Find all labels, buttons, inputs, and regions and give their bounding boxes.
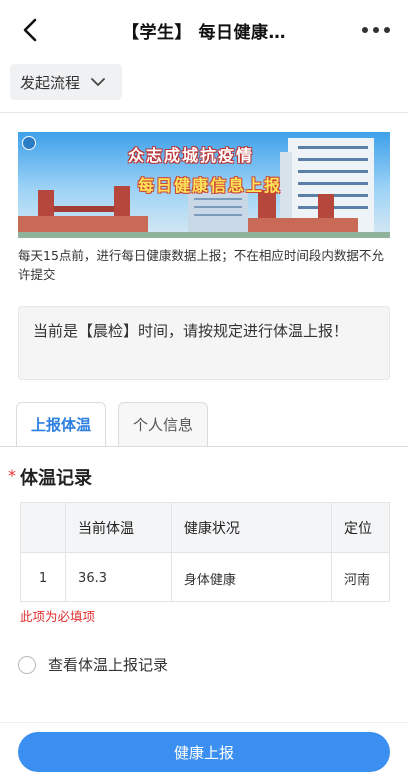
table-cell-health[interactable]: 身体健康	[172, 553, 332, 601]
school-logo	[22, 136, 36, 150]
table-header-temperature: 当前体温	[66, 503, 172, 552]
tab-report-temperature[interactable]: 上报体温	[16, 402, 107, 446]
school-seal-icon	[22, 136, 36, 150]
table-cell-index: 1	[21, 553, 67, 601]
required-asterisk: *	[8, 466, 16, 485]
banner-image: 众志成城抗疫情 每日健康信息上报	[18, 132, 390, 238]
table-row[interactable]: 1 36.3 身体健康 河南	[21, 553, 389, 601]
chevron-down-icon	[90, 77, 106, 87]
table-cell-temperature[interactable]: 36.3	[66, 553, 172, 601]
tab-personal-info[interactable]: 个人信息	[118, 402, 209, 446]
start-flow-label: 发起流程	[20, 73, 81, 92]
view-records-option[interactable]: 查看体温上报记录	[18, 654, 168, 675]
table-header-location: 定位	[344, 520, 372, 537]
temperature-table: 当前体温 健康状况 定位 1 36.3 身体健康 河南	[20, 502, 390, 602]
page-title: 【学生】 每日健康…	[122, 22, 286, 43]
submit-health-report-button[interactable]: 健康上报	[18, 732, 390, 772]
table-header-row: 当前体温 健康状况 定位	[21, 503, 389, 553]
checkin-alert: 当前是【晨检】时间，请按规定进行体温上报！	[18, 306, 390, 380]
chevron-left-icon	[23, 18, 37, 42]
start-flow-dropdown[interactable]: 发起流程	[10, 64, 122, 100]
banner-subtitle: 每日健康信息上报	[138, 176, 283, 195]
app-frame: 【学生】 每日健康… 发起流程 众志成城抗疫情 每日健康信息上报 每天15点前，…	[0, 0, 408, 778]
app-header: 【学生】 每日健康…	[0, 0, 408, 60]
tab-divider	[0, 446, 408, 447]
deadline-notice: 每天15点前，进行每日健康数据上报；不在相应时间段内数据不允许提交	[18, 248, 384, 282]
table-cell-location[interactable]: 河南	[332, 553, 389, 601]
more-dots-icon	[362, 27, 390, 33]
section-divider	[0, 112, 408, 113]
more-button[interactable]	[358, 16, 394, 44]
table-header-index	[21, 503, 67, 552]
table-header-health: 健康状况	[172, 503, 332, 552]
section-title: 体温记录	[20, 468, 92, 489]
required-hint: 此项为必填项	[20, 609, 96, 624]
banner-slogan: 众志成城抗疫情	[128, 146, 255, 165]
radio-circle-icon[interactable]	[18, 655, 36, 674]
tab-bar: 上报体温 个人信息	[16, 402, 209, 446]
back-button[interactable]	[14, 14, 46, 46]
view-records-label: 查看体温上报记录	[48, 656, 169, 674]
